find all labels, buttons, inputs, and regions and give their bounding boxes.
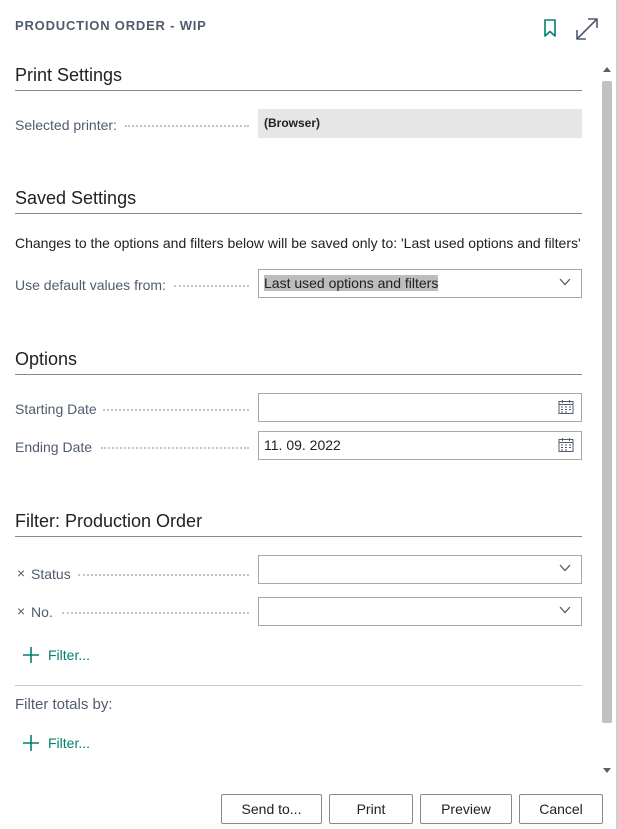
dialog-title: PRODUCTION ORDER - WIP <box>15 18 207 33</box>
chevron-down-icon <box>559 278 571 286</box>
use-default-values-value: Last used options and filters <box>264 275 439 291</box>
use-default-values-label: Use default values from: <box>15 277 166 293</box>
preview-button[interactable]: Preview <box>420 794 512 824</box>
label-leader <box>103 408 249 411</box>
use-default-values-select[interactable]: Last used options and filters <box>258 269 582 298</box>
remove-no-filter-icon[interactable]: × <box>17 603 25 619</box>
label-leader <box>125 124 249 127</box>
plus-icon <box>23 647 39 663</box>
section-divider <box>15 90 582 91</box>
calendar-icon[interactable] <box>558 437 574 453</box>
starting-date-input[interactable] <box>258 393 582 422</box>
status-filter-label: Status <box>31 566 71 582</box>
dialog-content: Print Settings Selected printer: (Browse… <box>0 56 600 776</box>
filter-totals-label: Filter totals by: <box>15 696 113 713</box>
print-button[interactable]: Print <box>329 794 413 824</box>
filter-heading: Filter: Production Order <box>15 511 203 531</box>
bookmark-icon[interactable] <box>543 18 557 38</box>
starting-date-label: Starting Date <box>15 401 97 417</box>
expand-icon[interactable] <box>574 16 600 42</box>
add-filter-label: Filter... <box>48 647 91 663</box>
label-leader <box>174 284 249 287</box>
remove-status-filter-icon[interactable]: × <box>17 565 25 581</box>
plus-icon <box>23 735 39 751</box>
no-filter-select[interactable] <box>258 597 582 626</box>
selected-printer-label: Selected printer: <box>15 117 117 133</box>
section-divider <box>15 374 582 375</box>
ending-date-label: Ending Date <box>15 439 93 455</box>
vertical-scrollbar[interactable] <box>600 64 614 778</box>
dialog-footer: Send to... Print Preview Cancel <box>0 778 616 829</box>
scroll-up-arrow[interactable] <box>603 67 611 72</box>
print-settings-heading: Print Settings <box>15 65 123 85</box>
section-divider <box>15 213 582 214</box>
saved-settings-note: Changes to the options and filters below… <box>15 235 581 251</box>
cancel-button[interactable]: Cancel <box>519 794 603 824</box>
options-heading: Options <box>15 349 78 369</box>
add-totals-filter-button[interactable]: Filter... <box>22 732 90 754</box>
chevron-down-icon <box>559 606 571 614</box>
section-divider <box>15 536 582 537</box>
chevron-down-icon <box>559 564 571 572</box>
section-divider <box>15 685 582 686</box>
dialog-header: PRODUCTION ORDER - WIP <box>0 0 616 56</box>
send-to-button[interactable]: Send to... <box>221 794 322 824</box>
ending-date-input[interactable]: 11. 09. 2022 <box>258 431 582 460</box>
calendar-icon[interactable] <box>558 399 574 415</box>
label-leader <box>101 446 249 449</box>
add-filter-button[interactable]: Filter... <box>22 644 90 666</box>
scrollbar-thumb[interactable] <box>602 81 612 723</box>
status-filter-select[interactable] <box>258 555 582 584</box>
label-leader <box>78 573 249 576</box>
selected-printer-field: (Browser) <box>258 109 582 138</box>
selected-printer-value: (Browser) <box>264 116 321 130</box>
no-filter-label: No. <box>31 604 53 620</box>
scroll-down-arrow[interactable] <box>603 768 611 773</box>
saved-settings-heading: Saved Settings <box>15 188 137 208</box>
ending-date-value: 11. 09. 2022 <box>264 437 341 453</box>
add-totals-filter-label: Filter... <box>48 735 91 751</box>
label-leader <box>62 611 249 614</box>
